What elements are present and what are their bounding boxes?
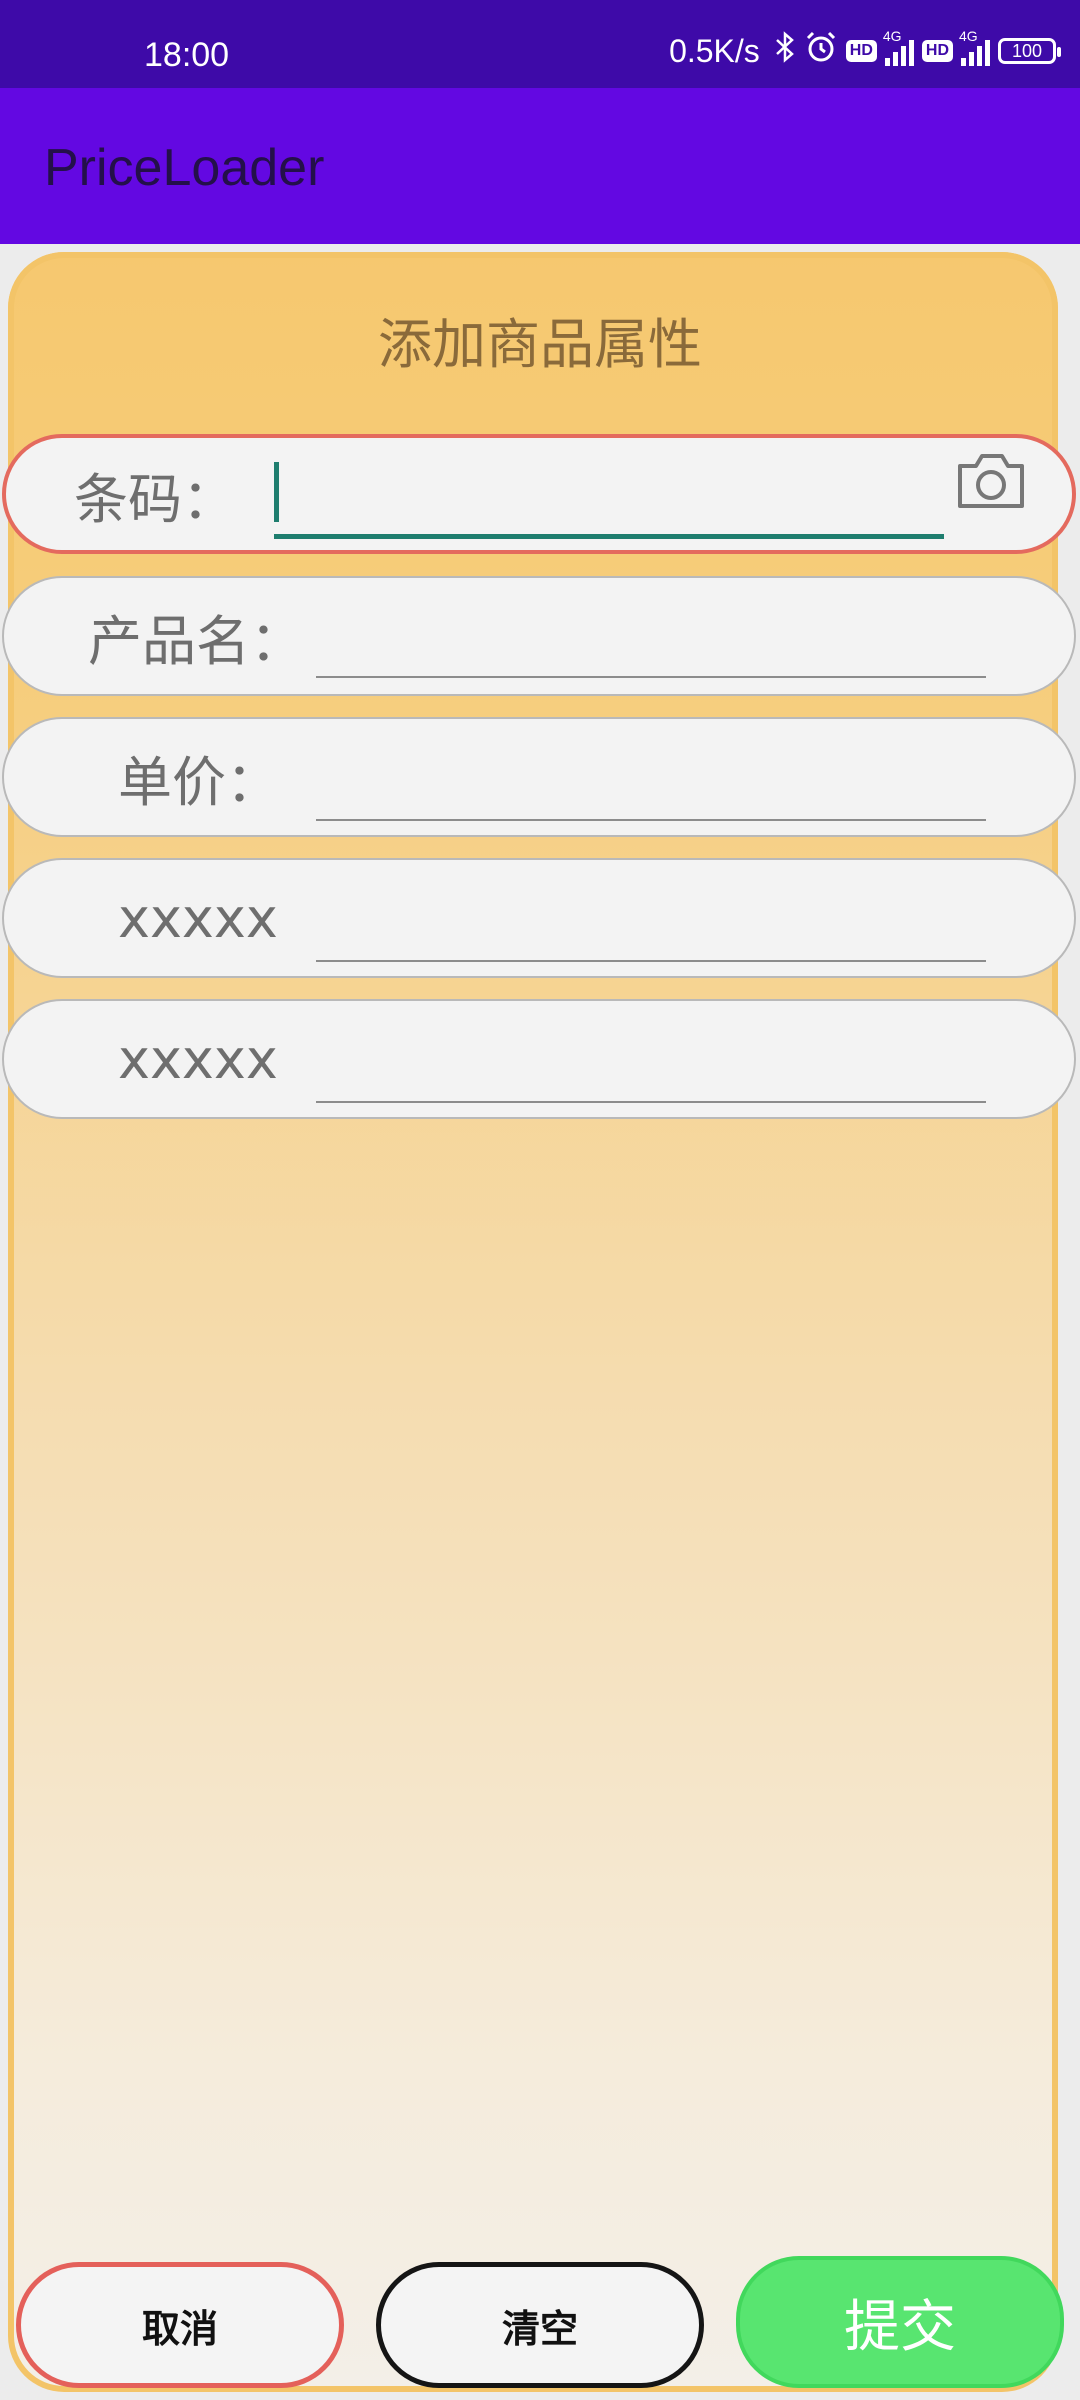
form-title: 添加商品属性 [378,313,702,376]
network-speed: 0.5K/s [669,32,760,69]
barcode-label: 条码： [74,467,236,531]
text-cursor [274,462,279,522]
signal-4g-icon: 4G [883,28,914,66]
attribute-label-1: xxxxx [118,886,278,950]
camera-icon[interactable] [956,450,1026,510]
battery-level: 100 [1011,40,1043,61]
price-label: 单价： [118,750,280,814]
submit-button[interactable]: 提交 [736,2256,1064,2388]
hd-icon: HD [921,40,953,62]
attribute-field-2[interactable]: xxxxx [2,999,1076,1119]
attribute-label-2: xxxxx [118,1027,278,1091]
product-name-field[interactable]: 产品名： [2,576,1076,696]
product-name-label: 产品名： [88,609,304,673]
app-bar: PriceLoader [0,88,1080,244]
status-icons: 0.5K/s HD 4G HD 4G 100 [669,28,1061,72]
attribute-input-2[interactable] [316,1101,986,1103]
barcode-input[interactable] [274,534,944,539]
signal-4g-icon: 4G [959,28,990,66]
hd-icon: HD [845,40,877,62]
cancel-button[interactable]: 取消 [16,2262,344,2388]
attribute-field-1[interactable]: xxxxx [2,858,1076,978]
battery-icon: 100 [998,38,1061,64]
price-field[interactable]: 单价： [2,717,1076,837]
status-bar: 18:00 0.5K/s HD 4G HD 4G 100 [0,0,1080,88]
form-card [8,252,1058,2392]
status-time: 18:00 [144,36,230,74]
barcode-field[interactable]: 条码： [2,434,1076,554]
clear-button[interactable]: 清空 [376,2262,704,2388]
attribute-input-1[interactable] [316,960,986,962]
bluetooth-icon [774,31,796,71]
alarm-icon [804,30,838,72]
app-title: PriceLoader [44,139,325,197]
product-name-input[interactable] [316,676,986,678]
price-input[interactable] [316,819,986,821]
